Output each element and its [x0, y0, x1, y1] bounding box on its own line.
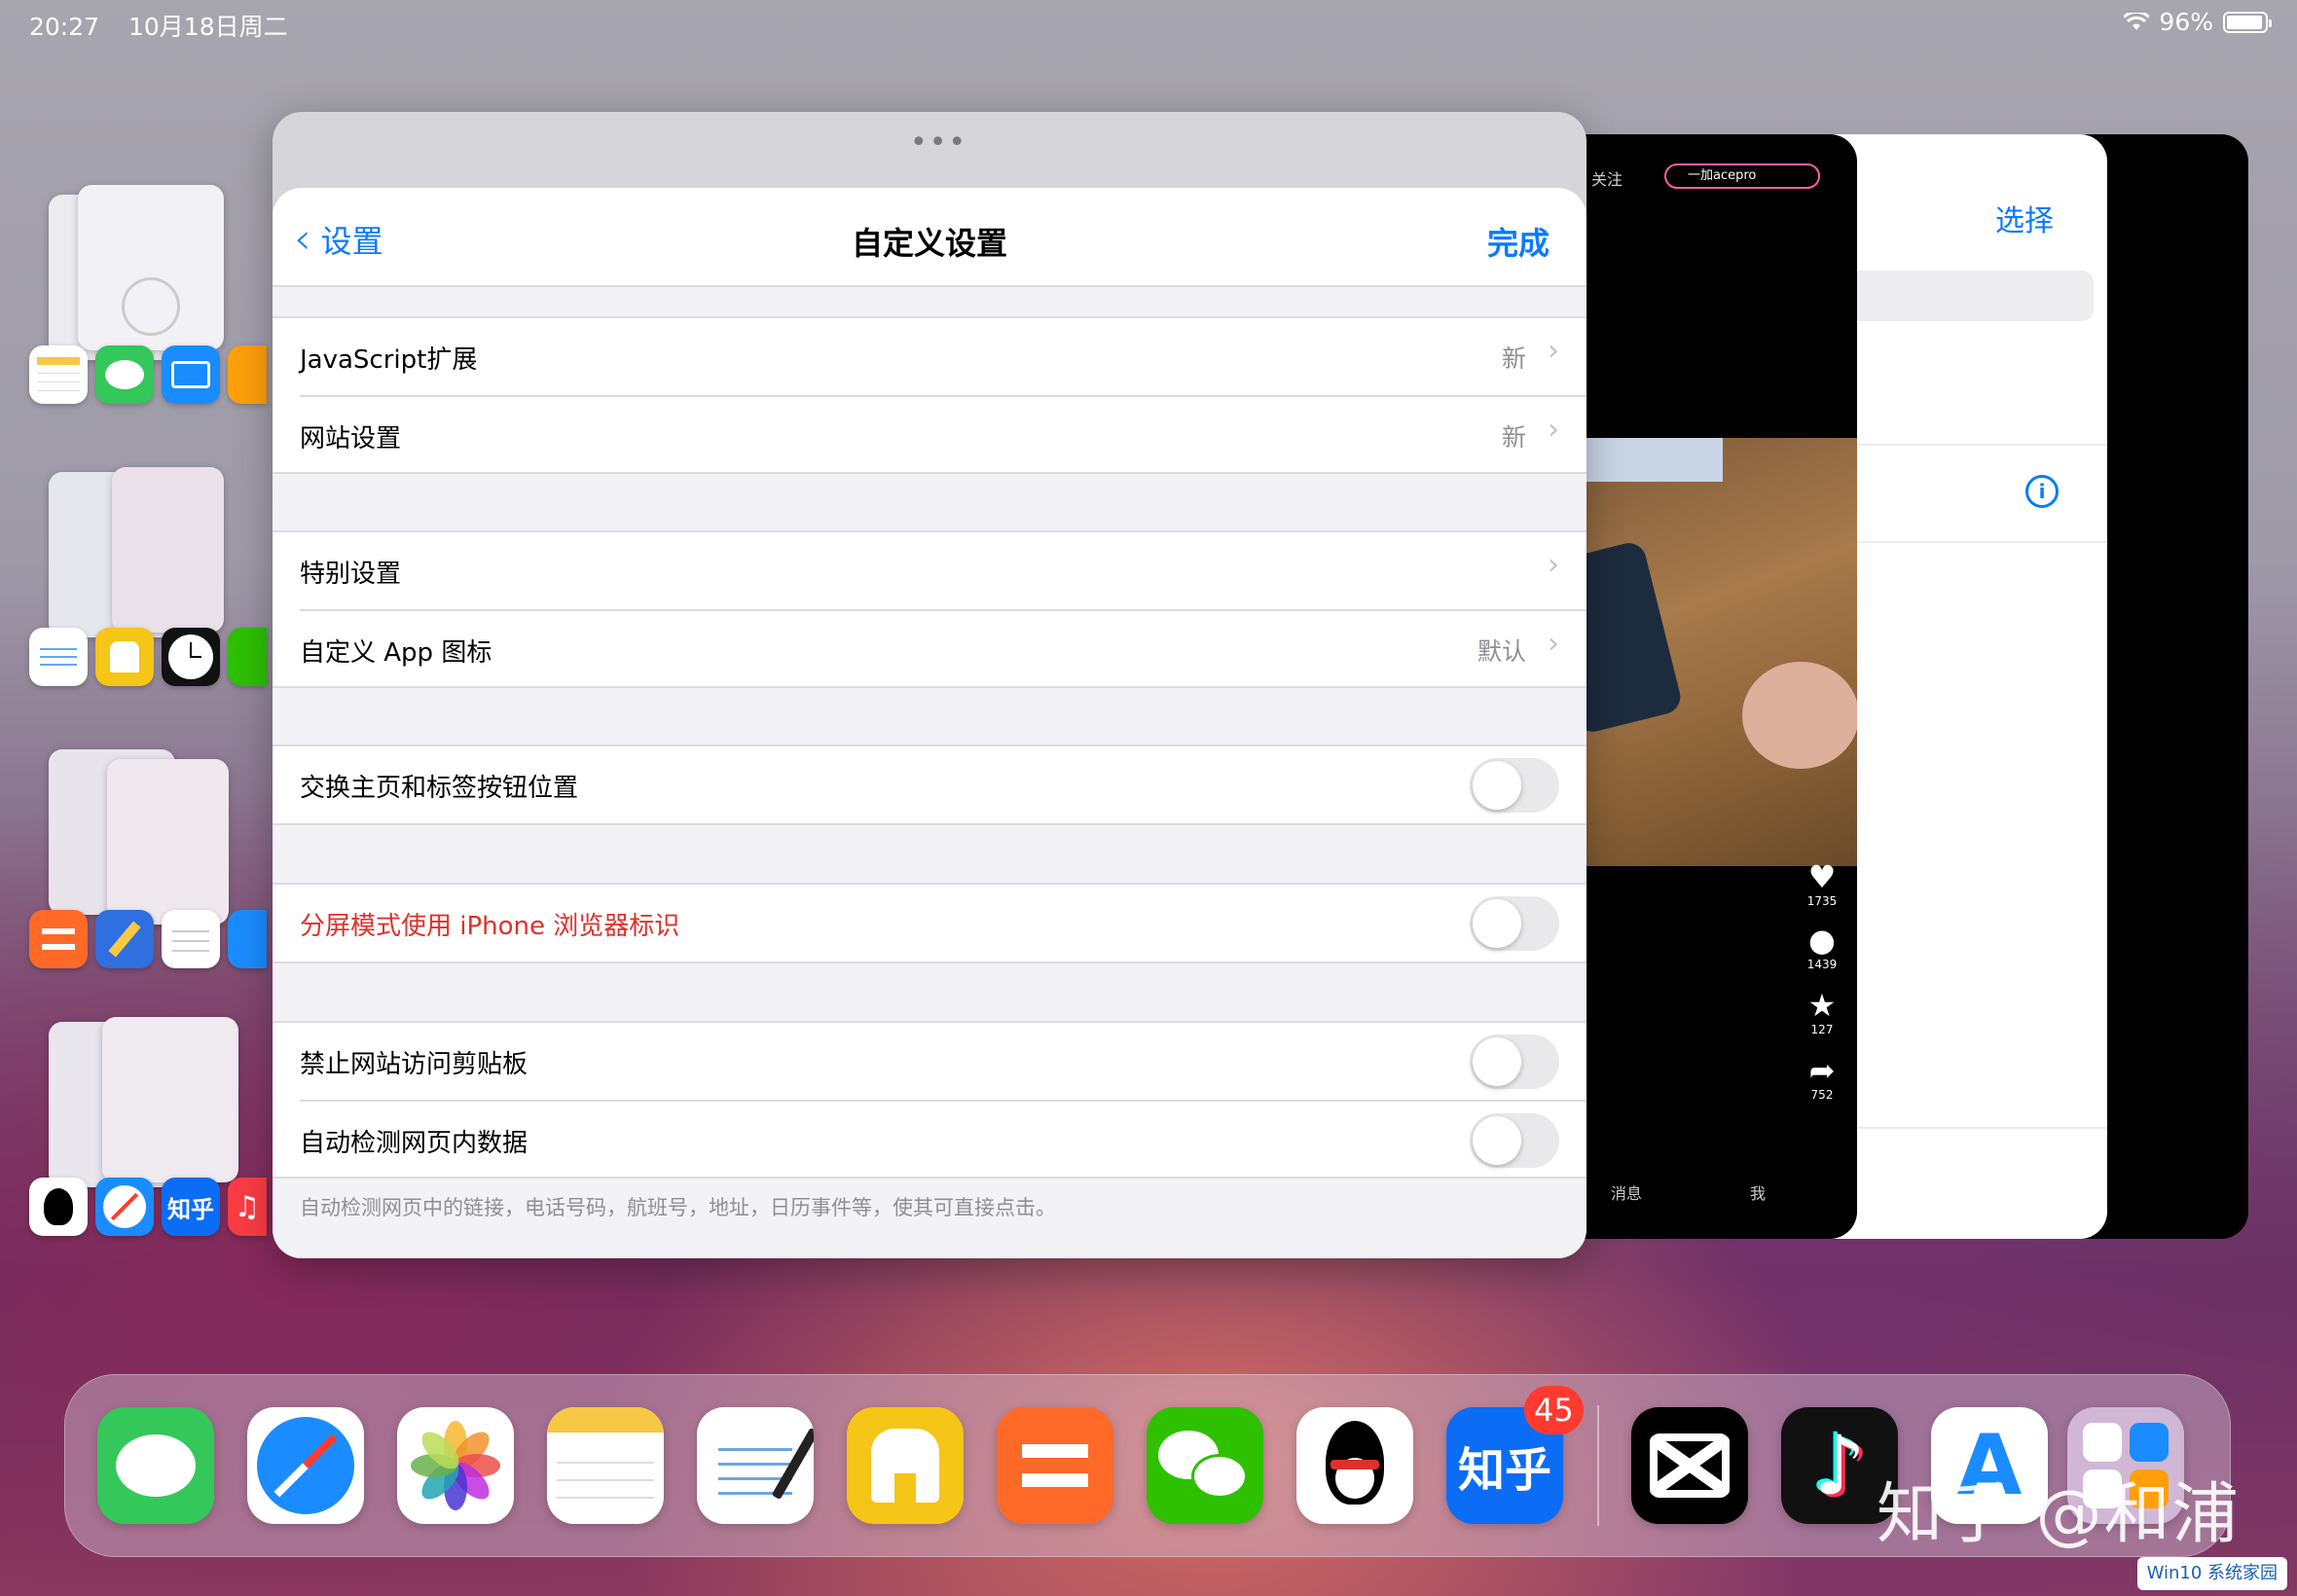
dock-capcut-icon[interactable]: [1631, 1407, 1748, 1524]
dock-messages-icon[interactable]: [97, 1407, 214, 1524]
chevron-right-icon: ›: [1548, 413, 1559, 447]
swap-home-tabs-toggle[interactable]: [1470, 758, 1559, 813]
battery-icon: [2223, 11, 2272, 33]
dock-wechat-icon[interactable]: [1147, 1407, 1263, 1524]
like-button[interactable]: ♥ 1735: [1801, 859, 1843, 908]
app-card-douyin[interactable]: 关注 一加acepro 式 ♥1735 ●1439 ★127 ➦752 消息 我: [1557, 134, 1857, 1239]
books-icon[interactable]: [228, 345, 267, 404]
freeform-icon[interactable]: [29, 628, 88, 686]
block-clipboard-toggle[interactable]: [1470, 1034, 1559, 1089]
comment-button[interactable]: ● 1439: [1801, 923, 1843, 971]
star-icon: ★: [1807, 987, 1837, 1024]
zhihu-icon[interactable]: 知乎: [162, 1178, 220, 1236]
row-label: JavaScript扩展: [300, 345, 478, 375]
nav-bar: ‹ 设置 自定义设置 完成: [273, 188, 1586, 287]
reminders-icon[interactable]: [162, 910, 220, 968]
dock-safari-icon[interactable]: [247, 1407, 364, 1524]
dock-notes-icon[interactable]: [547, 1407, 664, 1524]
heart-icon: ♥: [1807, 858, 1837, 895]
settings-sheet: ‹ 设置 自定义设置 完成 JavaScript扩展 新 › 网站设置 新 › …: [273, 188, 1586, 1258]
favorite-button[interactable]: ★ 127: [1801, 988, 1843, 1036]
clock-icon[interactable]: [162, 628, 220, 686]
done-button[interactable]: 完成: [1487, 219, 1550, 264]
row-javascript-extensions[interactable]: JavaScript扩展 新 ›: [273, 318, 1586, 395]
comment-icon: ●: [1808, 922, 1836, 959]
row-label: 网站设置: [300, 424, 402, 453]
dock-freeform-icon[interactable]: [697, 1407, 814, 1524]
row-label: 特别设置: [300, 560, 402, 589]
zhihu-notification-badge: 45: [1524, 1386, 1584, 1434]
row-label: 禁止网站访问剪贴板: [300, 1050, 529, 1079]
pavilion-app-icon[interactable]: [95, 628, 154, 686]
dock-separator: [1597, 1405, 1599, 1526]
mail-icon[interactable]: [162, 345, 220, 404]
tab-follow[interactable]: 关注: [1591, 166, 1622, 190]
messages-icon[interactable]: [95, 345, 154, 404]
select-button[interactable]: 选择: [1995, 197, 2054, 239]
notes-icon[interactable]: [29, 345, 88, 404]
row-value: 新: [1501, 423, 1526, 452]
row-value: 新: [1501, 345, 1526, 373]
status-date: 10月18日周二: [128, 13, 288, 41]
row-label: 自定义 App 图标: [300, 638, 492, 668]
row-custom-app-icon[interactable]: 自定义 App 图标 默认 ›: [300, 609, 1586, 686]
tab-messages[interactable]: 消息: [1611, 1180, 1642, 1204]
row-label: 交换主页和标签按钮位置: [300, 774, 579, 803]
dock-equal-app-icon[interactable]: [997, 1407, 1113, 1524]
multitasking-dots-icon[interactable]: •••: [910, 126, 967, 160]
video-frame: [1557, 438, 1857, 866]
wechat-icon[interactable]: [228, 628, 267, 686]
settings-group-extensions: JavaScript扩展 新 › 网站设置 新 ›: [273, 316, 1586, 474]
corner-logo: Win10 系统家园: [2136, 1557, 2287, 1590]
settings-group-privacy: 禁止网站访问剪贴板 自动检测网页内数据: [273, 1021, 1586, 1179]
watermark: 知乎 @和浦: [1877, 1476, 2241, 1553]
settings-group-special: 特别设置 › 自定义 App 图标 默认 ›: [273, 530, 1586, 688]
music-icon[interactable]: ♫: [228, 1178, 267, 1236]
battery-percent: 96%: [2159, 8, 2213, 36]
detect-data-toggle[interactable]: [1470, 1113, 1559, 1168]
row-value: 默认: [1477, 637, 1526, 666]
dock-pavilion-app-icon[interactable]: [847, 1407, 964, 1524]
app-store-icon[interactable]: [228, 910, 267, 968]
chevron-right-icon: ›: [1548, 548, 1559, 582]
settings-group-swap: 交换主页和标签按钮位置: [273, 744, 1586, 825]
row-label: 分屏模式使用 iPhone 浏览器标识: [300, 912, 680, 941]
status-bar: 20:27 10月18日周二 96%: [0, 0, 2297, 45]
chevron-right-icon: ›: [1548, 334, 1559, 368]
row-detect-data: 自动检测网页内数据: [300, 1100, 1586, 1177]
video-search-input[interactable]: 一加acepro: [1664, 163, 1820, 189]
row-split-iphone-ua: 分屏模式使用 iPhone 浏览器标识: [273, 885, 1586, 961]
share-icon: ➦: [1808, 1052, 1836, 1089]
pencil-app-icon[interactable]: [95, 910, 154, 968]
share-button[interactable]: ➦ 752: [1801, 1053, 1843, 1102]
app-card-browser[interactable]: ••• ‹ 设置 自定义设置 完成 JavaScript扩展 新 › 网站设置 …: [273, 112, 1586, 1258]
row-special-settings[interactable]: 特别设置 ›: [273, 532, 1586, 609]
qq-icon[interactable]: [29, 1178, 88, 1236]
row-swap-home-tabs: 交换主页和标签按钮位置: [273, 746, 1586, 823]
info-icon[interactable]: i: [2025, 475, 2059, 508]
wifi-icon: [2124, 12, 2150, 30]
chevron-right-icon: ›: [1548, 627, 1559, 661]
status-time: 20:27: [29, 13, 100, 41]
settings-group-split: 分屏模式使用 iPhone 浏览器标识: [273, 883, 1586, 963]
row-site-settings[interactable]: 网站设置 新 ›: [300, 395, 1586, 472]
page-title: 自定义设置: [851, 225, 1007, 262]
tab-me[interactable]: 我: [1750, 1180, 1766, 1204]
equal-app-icon[interactable]: [29, 910, 88, 968]
dock-photos-icon[interactable]: [397, 1407, 514, 1524]
dock-qq-icon[interactable]: [1296, 1407, 1413, 1524]
split-iphone-ua-toggle[interactable]: [1470, 896, 1559, 951]
detect-data-footnote: 自动检测网页中的链接，电话号码，航班号，地址，日历事件等，使其可直接点击。: [300, 1196, 1056, 1219]
safari-icon[interactable]: [95, 1178, 154, 1236]
row-block-clipboard: 禁止网站访问剪贴板: [273, 1023, 1586, 1100]
row-label: 自动检测网页内数据: [300, 1129, 529, 1158]
